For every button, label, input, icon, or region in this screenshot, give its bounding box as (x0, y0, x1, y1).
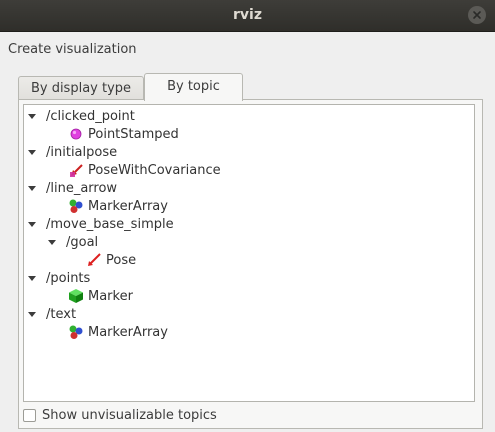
tree-item-points[interactable]: /points (28, 269, 90, 287)
topic-label: /initialpose (46, 144, 118, 160)
tree-item-clicked-point[interactable]: /clicked_point (28, 107, 135, 125)
tree-item-marker[interactable]: Marker (68, 287, 133, 305)
point-stamped-icon (68, 126, 84, 142)
tree-item-marker-array[interactable]: MarkerArray (68, 197, 168, 215)
expand-arrow-icon[interactable] (28, 221, 36, 227)
window-title: rviz (233, 7, 262, 23)
expand-arrow-icon[interactable] (28, 113, 36, 119)
display-type-label: PoseWithCovariance (88, 162, 221, 178)
tree-item-marker-array[interactable]: MarkerArray (68, 323, 168, 341)
close-icon (473, 11, 481, 19)
topic-label: /points (46, 270, 91, 286)
tree-item-point-stamped[interactable]: PointStamped (68, 125, 179, 143)
expand-arrow-icon[interactable] (28, 275, 36, 281)
pose-icon (86, 252, 102, 268)
topic-tree[interactable]: /clicked_point PointStamped /initialpose… (23, 104, 475, 402)
topic-label: /line_arrow (46, 180, 118, 196)
title-bar[interactable]: rviz (0, 0, 495, 32)
create-visualization-label: Create visualization (8, 42, 137, 57)
tab-by-display-type[interactable]: By display type (18, 76, 144, 101)
marker-array-icon (68, 198, 84, 214)
marker-icon (68, 288, 84, 304)
tree-item-move-base-simple[interactable]: /move_base_simple (28, 215, 174, 233)
topic-label: /text (46, 306, 77, 322)
tree-item-goal[interactable]: /goal (48, 233, 98, 251)
tree-item-initialpose[interactable]: /initialpose (28, 143, 117, 161)
tab-by-topic[interactable]: By topic (144, 73, 243, 101)
tab-panel: /clicked_point PointStamped /initialpose… (18, 99, 483, 429)
topic-label: /goal (66, 234, 99, 250)
display-type-label: Pose (106, 252, 137, 268)
marker-array-icon (68, 324, 84, 340)
pose-with-covariance-icon (68, 162, 84, 178)
tree-item-line-arrow[interactable]: /line_arrow (28, 179, 117, 197)
topic-label: /move_base_simple (46, 216, 174, 232)
expand-arrow-icon[interactable] (28, 185, 36, 191)
display-type-label: MarkerArray (88, 324, 168, 340)
tree-item-pose-with-covariance[interactable]: PoseWithCovariance (68, 161, 221, 179)
expand-arrow-icon[interactable] (48, 239, 56, 245)
show-unvisualizable-checkbox[interactable] (23, 409, 36, 422)
show-unvisualizable-option[interactable]: Show unvisualizable topics (23, 408, 217, 423)
rviz-window: rviz Create visualization By display typ… (0, 0, 495, 432)
tree-item-text[interactable]: /text (28, 305, 76, 323)
display-type-label: MarkerArray (88, 198, 168, 214)
tree-item-pose[interactable]: Pose (86, 251, 136, 269)
show-unvisualizable-label: Show unvisualizable topics (42, 408, 217, 423)
expand-arrow-icon[interactable] (28, 311, 36, 317)
close-button[interactable] (468, 6, 486, 24)
display-type-label: Marker (88, 288, 133, 304)
expand-arrow-icon[interactable] (28, 149, 36, 155)
display-type-label: PointStamped (88, 126, 179, 142)
topic-label: /clicked_point (46, 108, 135, 124)
